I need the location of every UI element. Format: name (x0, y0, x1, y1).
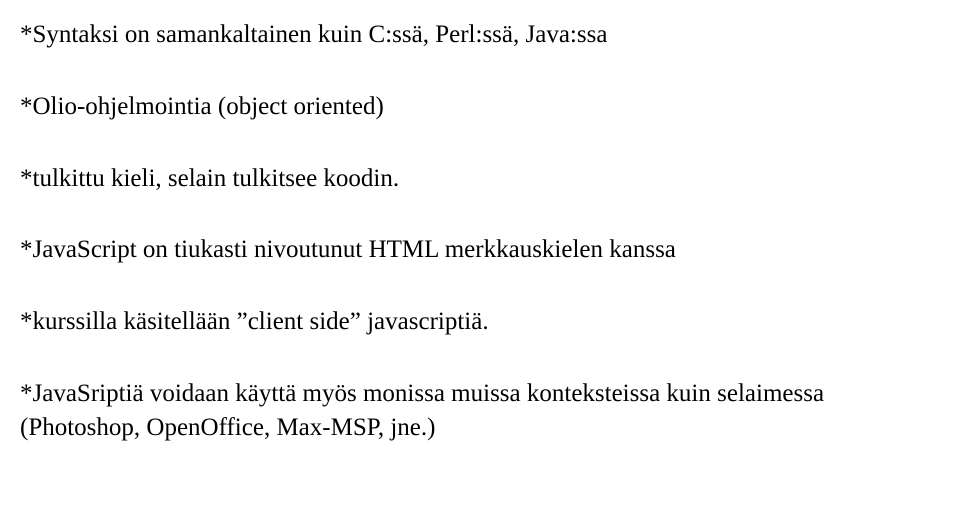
bullet-paragraph: *kurssilla käsitellään ”client side” jav… (20, 305, 940, 339)
bullet-paragraph: *JavaSriptiä voidaan käyttä myös monissa… (20, 377, 940, 445)
bullet-paragraph: *tulkittu kieli, selain tulkitsee koodin… (20, 162, 940, 196)
bullet-paragraph: *Syntaksi on samankaltainen kuin C:ssä, … (20, 18, 940, 52)
bullet-paragraph: *Olio-ohjelmointia (object oriented) (20, 90, 940, 124)
bullet-paragraph: *JavaScript on tiukasti nivoutunut HTML … (20, 233, 940, 267)
